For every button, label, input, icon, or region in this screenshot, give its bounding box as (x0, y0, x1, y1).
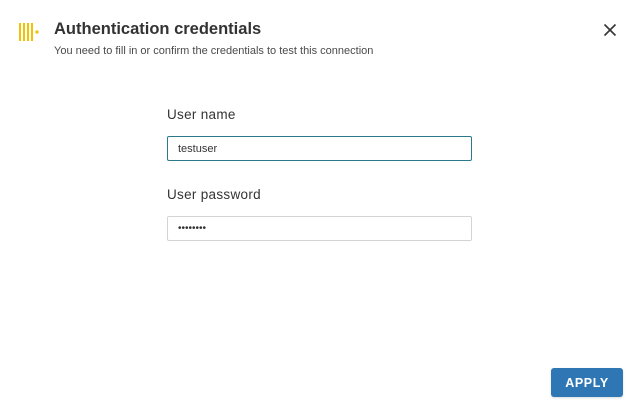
yellow-bars-logo-icon (18, 22, 42, 42)
username-label: User name (167, 107, 236, 122)
dialog-subtitle: You need to fill in or confirm the crede… (54, 45, 374, 57)
auth-dialog: Authentication credentials You need to f… (0, 0, 643, 416)
apply-button[interactable]: APPLY (551, 368, 623, 397)
close-button[interactable] (600, 22, 620, 42)
password-input[interactable] (167, 216, 472, 241)
dialog-header: Authentication credentials You need to f… (0, 0, 643, 70)
dialog-title: Authentication credentials (54, 20, 262, 38)
close-icon (603, 23, 617, 42)
password-label: User password (167, 187, 261, 202)
username-input[interactable] (167, 136, 472, 161)
